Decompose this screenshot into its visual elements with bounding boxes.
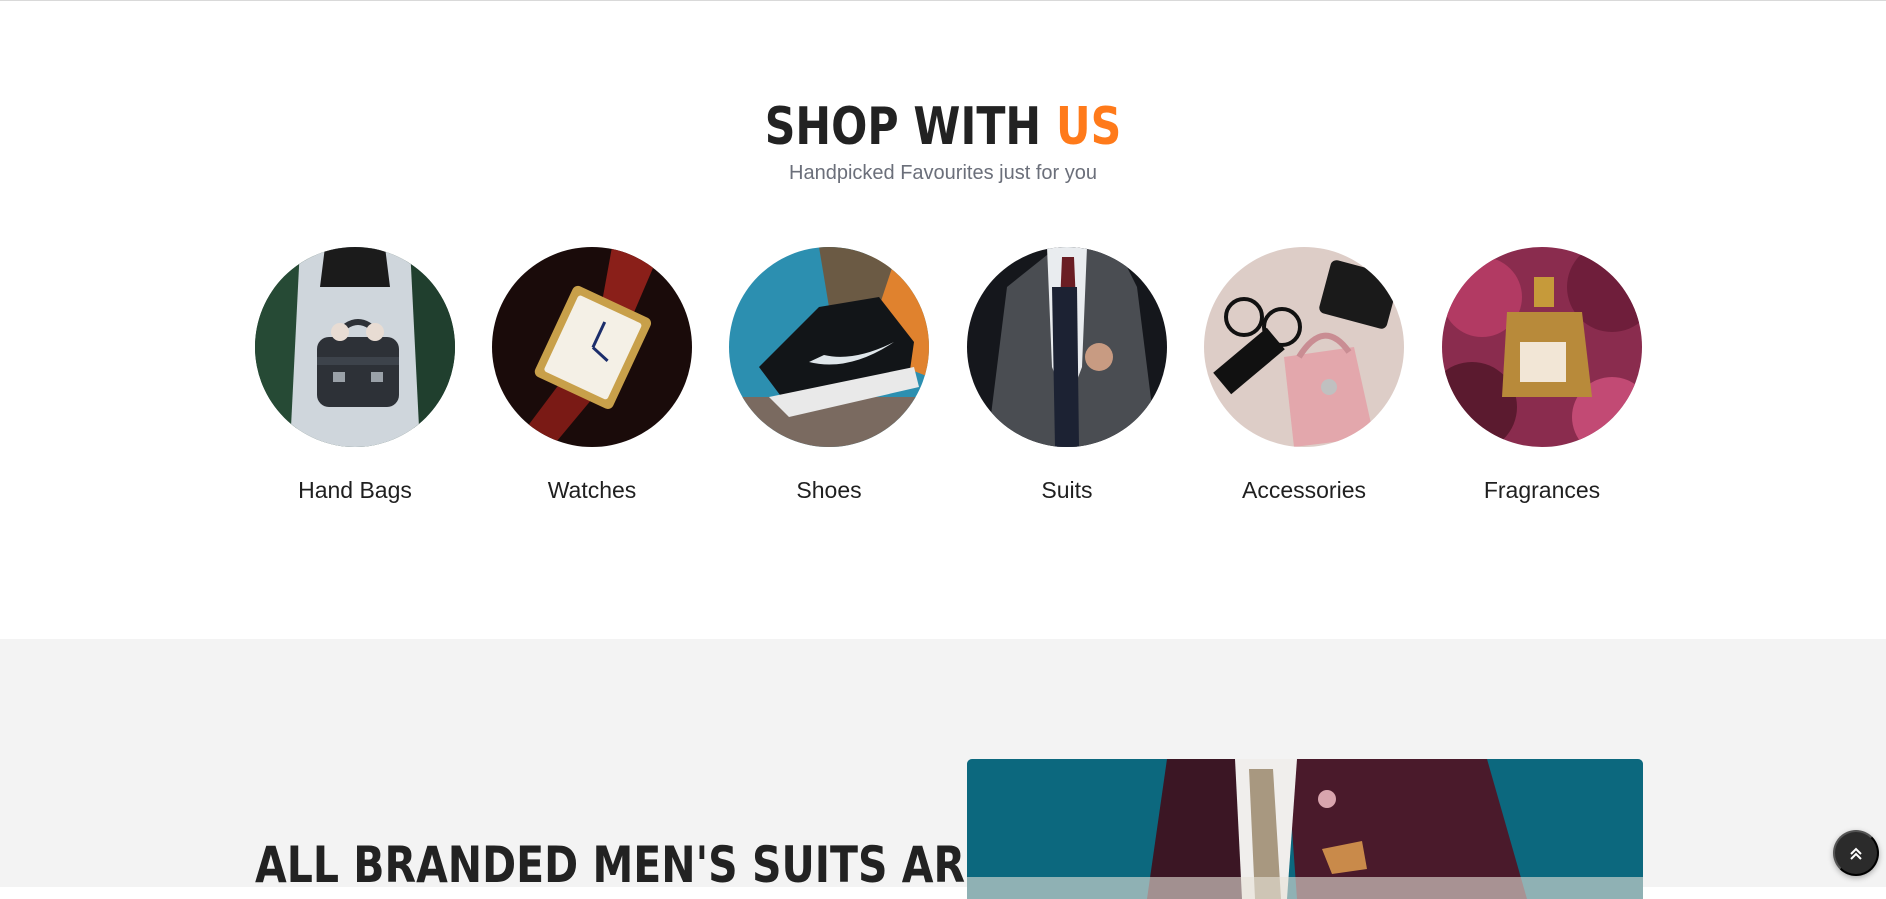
category-accessories[interactable]: Accessories bbox=[1204, 247, 1404, 503]
category-label[interactable]: Shoes bbox=[709, 477, 949, 504]
category-label[interactable]: Hand Bags bbox=[235, 477, 475, 504]
section-title: SHOP WITH US bbox=[170, 97, 1717, 157]
category-hand-bags[interactable]: Hand Bags bbox=[255, 247, 455, 503]
man-in-suit-photo bbox=[967, 759, 1643, 899]
category-label[interactable]: Suits bbox=[947, 477, 1187, 504]
shop-with-us-section: SHOP WITH US Handpicked Favourites just … bbox=[0, 1, 1886, 639]
accessories-photo[interactable] bbox=[1204, 247, 1404, 447]
promo-heading: ALL BRANDED MEN'S SUITS ARE bbox=[255, 836, 994, 894]
scroll-to-top-button[interactable] bbox=[1833, 830, 1879, 876]
category-fragrances[interactable]: Fragrances bbox=[1442, 247, 1642, 503]
suit-photo[interactable] bbox=[967, 247, 1167, 447]
category-list: Hand Bags Watches Shoes Suits Accessorie… bbox=[255, 247, 1643, 507]
watch-photo[interactable] bbox=[492, 247, 692, 447]
promo-section: ALL BRANDED MEN'S SUITS ARE bbox=[0, 639, 1886, 899]
category-shoes[interactable]: Shoes bbox=[729, 247, 929, 503]
handbag-photo[interactable] bbox=[255, 247, 455, 447]
category-label[interactable]: Watches bbox=[472, 477, 712, 504]
category-watches[interactable]: Watches bbox=[492, 247, 692, 503]
perfume-photo[interactable] bbox=[1442, 247, 1642, 447]
category-label[interactable]: Fragrances bbox=[1422, 477, 1662, 504]
section-subtitle: Handpicked Favourites just for you bbox=[789, 162, 1097, 184]
double-chevron-up-icon bbox=[1850, 847, 1862, 860]
section-title-main: SHOP WITH bbox=[764, 97, 1042, 157]
section-title-accent: US bbox=[1055, 97, 1122, 157]
category-suits[interactable]: Suits bbox=[967, 247, 1167, 503]
shoe-photo[interactable] bbox=[729, 247, 929, 447]
category-label[interactable]: Accessories bbox=[1184, 477, 1424, 504]
